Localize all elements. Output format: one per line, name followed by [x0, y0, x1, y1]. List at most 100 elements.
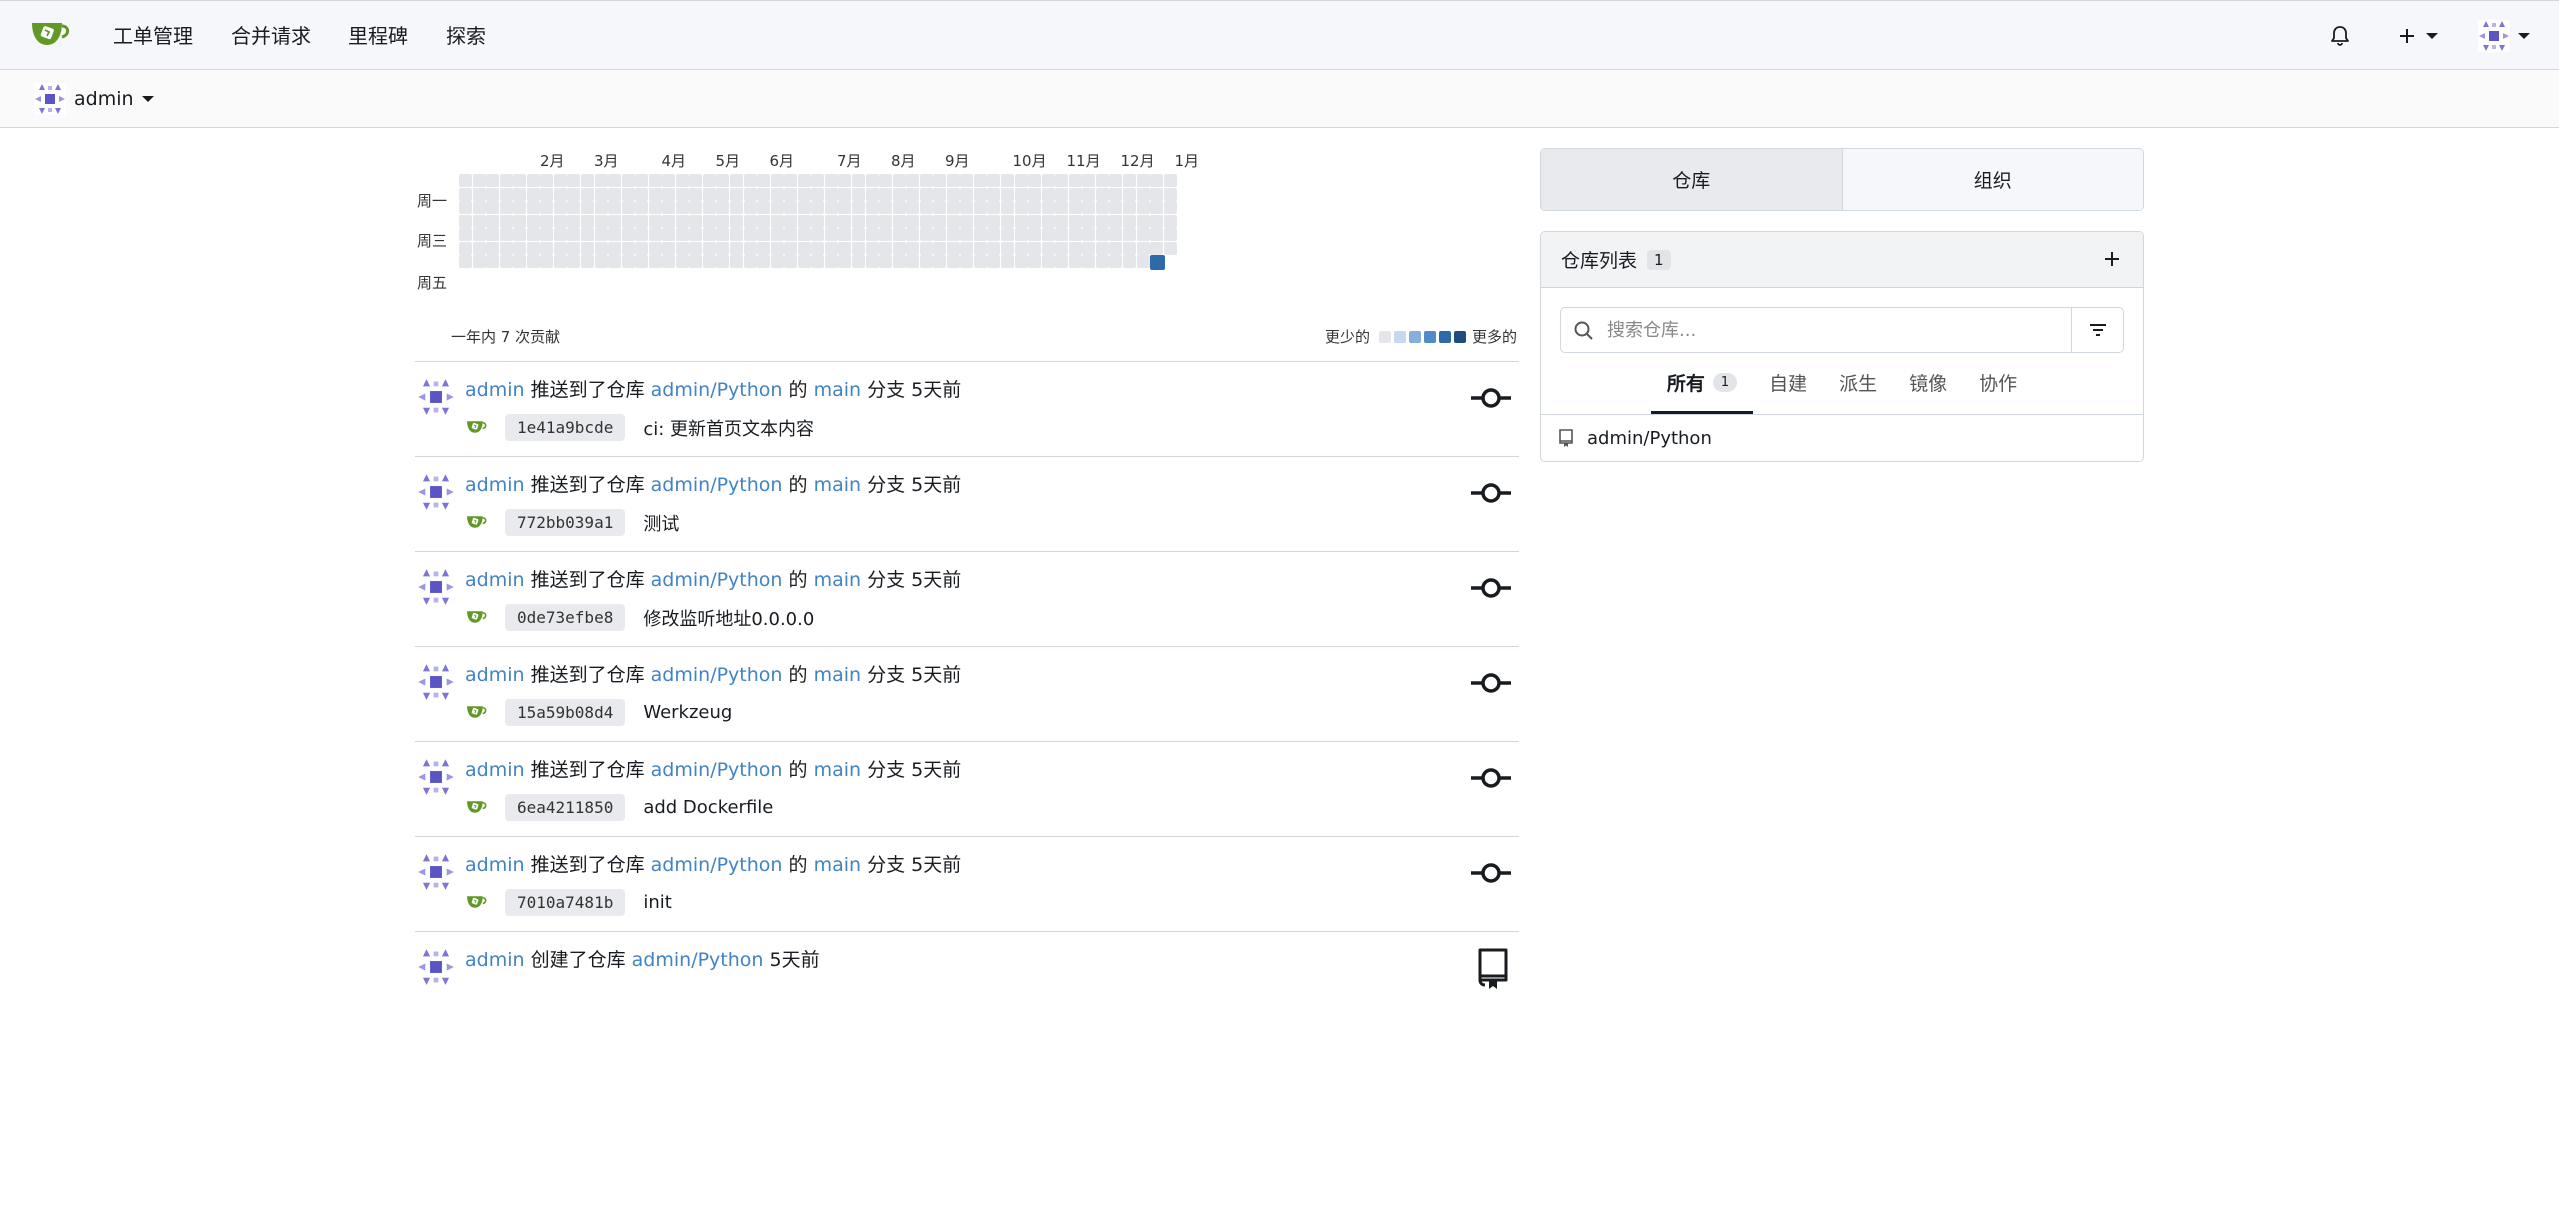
- heatmap-day-cell[interactable]: [1163, 201, 1177, 215]
- heatmap-day-cell[interactable]: [973, 187, 987, 201]
- heatmap-day-cell[interactable]: [621, 174, 635, 187]
- heatmap-day-cell[interactable]: [960, 174, 974, 187]
- heatmap-day-cell[interactable]: [472, 228, 486, 242]
- heatmap-day-cell[interactable]: [1136, 241, 1150, 255]
- feed-branch-link[interactable]: main: [814, 379, 861, 401]
- heatmap-day-cell[interactable]: [540, 255, 554, 269]
- heatmap-day-cell[interactable]: [1055, 187, 1069, 201]
- heatmap-day-cell[interactable]: [1136, 187, 1150, 201]
- heatmap-day-cell[interactable]: [987, 214, 1001, 228]
- heatmap-day-cell[interactable]: [865, 241, 879, 255]
- commit-sha-link[interactable]: 1e41a9bcde: [505, 414, 626, 441]
- avatar[interactable]: [417, 568, 455, 606]
- heatmap-day-cell[interactable]: [716, 201, 730, 215]
- nav-issues[interactable]: 工单管理: [113, 21, 193, 51]
- heatmap-day-cell[interactable]: [973, 174, 987, 187]
- heatmap-day-cell[interactable]: [865, 228, 879, 242]
- heatmap-day-cell[interactable]: [621, 187, 635, 201]
- heatmap-day-cell[interactable]: [526, 255, 540, 269]
- heatmap-day-cell[interactable]: [784, 255, 798, 269]
- heatmap-day-cell[interactable]: [811, 241, 825, 255]
- heatmap-day-cell[interactable]: [906, 255, 920, 269]
- heatmap-day-cell[interactable]: [730, 214, 743, 228]
- heatmap-day-cell[interactable]: [1150, 241, 1164, 255]
- heatmap-day-cell[interactable]: [757, 174, 771, 187]
- heatmap-day-cell[interactable]: [608, 228, 622, 242]
- user-menu-button[interactable]: [2478, 15, 2530, 57]
- heatmap-day-cell[interactable]: [1001, 214, 1014, 228]
- heatmap-day-cell[interactable]: [608, 201, 622, 215]
- heatmap-day-cell[interactable]: [1109, 241, 1123, 255]
- heatmap-day-cell[interactable]: [919, 174, 933, 187]
- heatmap-day-cell[interactable]: [1041, 187, 1055, 201]
- heatmap-day-cell[interactable]: [879, 174, 893, 187]
- heatmap-day-cell[interactable]: [513, 201, 527, 215]
- heatmap-day-cell[interactable]: [1001, 241, 1014, 255]
- heatmap-day-cell[interactable]: [906, 228, 920, 242]
- heatmap-day-cell[interactable]: [689, 228, 703, 242]
- heatmap-day-cell[interactable]: [648, 255, 662, 269]
- heatmap-day-cell[interactable]: [553, 201, 567, 215]
- heatmap-day-cell[interactable]: [879, 201, 893, 215]
- heatmap-day-cell[interactable]: [689, 174, 703, 187]
- heatmap-day-cell[interactable]: [567, 228, 581, 242]
- heatmap-day-cell[interactable]: [811, 255, 825, 269]
- heatmap-day-cell[interactable]: [526, 174, 540, 187]
- heatmap-day-cell[interactable]: [1150, 201, 1164, 215]
- heatmap-day-cell[interactable]: [743, 255, 757, 269]
- heatmap-day-cell[interactable]: [459, 228, 472, 242]
- heatmap-day-cell[interactable]: [757, 201, 771, 215]
- heatmap-day-cell[interactable]: [540, 228, 554, 242]
- heatmap-day-cell[interactable]: [1150, 187, 1164, 201]
- heatmap-day-cell[interactable]: [648, 241, 662, 255]
- heatmap-day-cell[interactable]: [1163, 228, 1177, 242]
- feed-repo-link[interactable]: admin/Python: [651, 664, 783, 686]
- heatmap-day-cell[interactable]: [797, 241, 811, 255]
- heatmap-day-cell[interactable]: [1109, 228, 1123, 242]
- heatmap-day-cell[interactable]: [1136, 228, 1150, 242]
- heatmap-day-cell[interactable]: [1055, 201, 1069, 215]
- heatmap-day-cell[interactable]: [662, 174, 676, 187]
- heatmap-day-cell[interactable]: [770, 201, 784, 215]
- heatmap-day-cell[interactable]: [567, 187, 581, 201]
- heatmap-day-cell[interactable]: [946, 228, 960, 242]
- heatmap-day-cell[interactable]: [716, 255, 730, 269]
- heatmap-day-cell[interactable]: [730, 241, 743, 255]
- heatmap-day-cell[interactable]: [648, 228, 662, 242]
- heatmap-day-cell[interactable]: [580, 174, 594, 187]
- notifications-button[interactable]: [2328, 15, 2352, 57]
- heatmap-day-cell[interactable]: [1014, 174, 1028, 187]
- heatmap-day-cell[interactable]: [689, 241, 703, 255]
- heatmap-day-cell[interactable]: [621, 255, 635, 269]
- heatmap-day-cell[interactable]: [987, 241, 1001, 255]
- heatmap-day-cell[interactable]: [1041, 228, 1055, 242]
- heatmap-day-cell[interactable]: [459, 201, 472, 215]
- heatmap-day-cell[interactable]: [838, 201, 852, 215]
- heatmap-day-cell[interactable]: [540, 187, 554, 201]
- heatmap-day-cell[interactable]: [716, 214, 730, 228]
- heatmap-day-cell[interactable]: [553, 241, 567, 255]
- heatmap-day-cell[interactable]: [879, 187, 893, 201]
- heatmap-day-cell[interactable]: [797, 214, 811, 228]
- heatmap-day-cell[interactable]: [1014, 241, 1028, 255]
- heatmap-day-cell[interactable]: [973, 214, 987, 228]
- heatmap-day-cell[interactable]: [1068, 187, 1082, 201]
- commit-sha-link[interactable]: 6ea4211850: [505, 794, 626, 821]
- heatmap-day-cell[interactable]: [1122, 241, 1136, 255]
- heatmap-day-cell[interactable]: [960, 187, 974, 201]
- heatmap-day-cell[interactable]: [1068, 174, 1082, 187]
- heatmap-day-cell[interactable]: [987, 174, 1001, 187]
- heatmap-day-cell[interactable]: [594, 174, 608, 187]
- nav-milestones[interactable]: 里程碑: [348, 21, 408, 51]
- heatmap-day-cell[interactable]: [906, 174, 920, 187]
- heatmap-day-cell[interactable]: [1028, 241, 1042, 255]
- heatmap-day-cell[interactable]: [987, 187, 1001, 201]
- heatmap-day-cell[interactable]: [811, 174, 825, 187]
- heatmap-day-cell[interactable]: [1028, 201, 1042, 215]
- heatmap-day-cell[interactable]: [1001, 187, 1014, 201]
- feed-repo-link[interactable]: admin/Python: [651, 474, 783, 496]
- heatmap-day-cell[interactable]: [824, 201, 838, 215]
- heatmap-day-cell[interactable]: [1055, 214, 1069, 228]
- heatmap-day-cell[interactable]: [1109, 255, 1123, 269]
- heatmap-day-cell[interactable]: [648, 214, 662, 228]
